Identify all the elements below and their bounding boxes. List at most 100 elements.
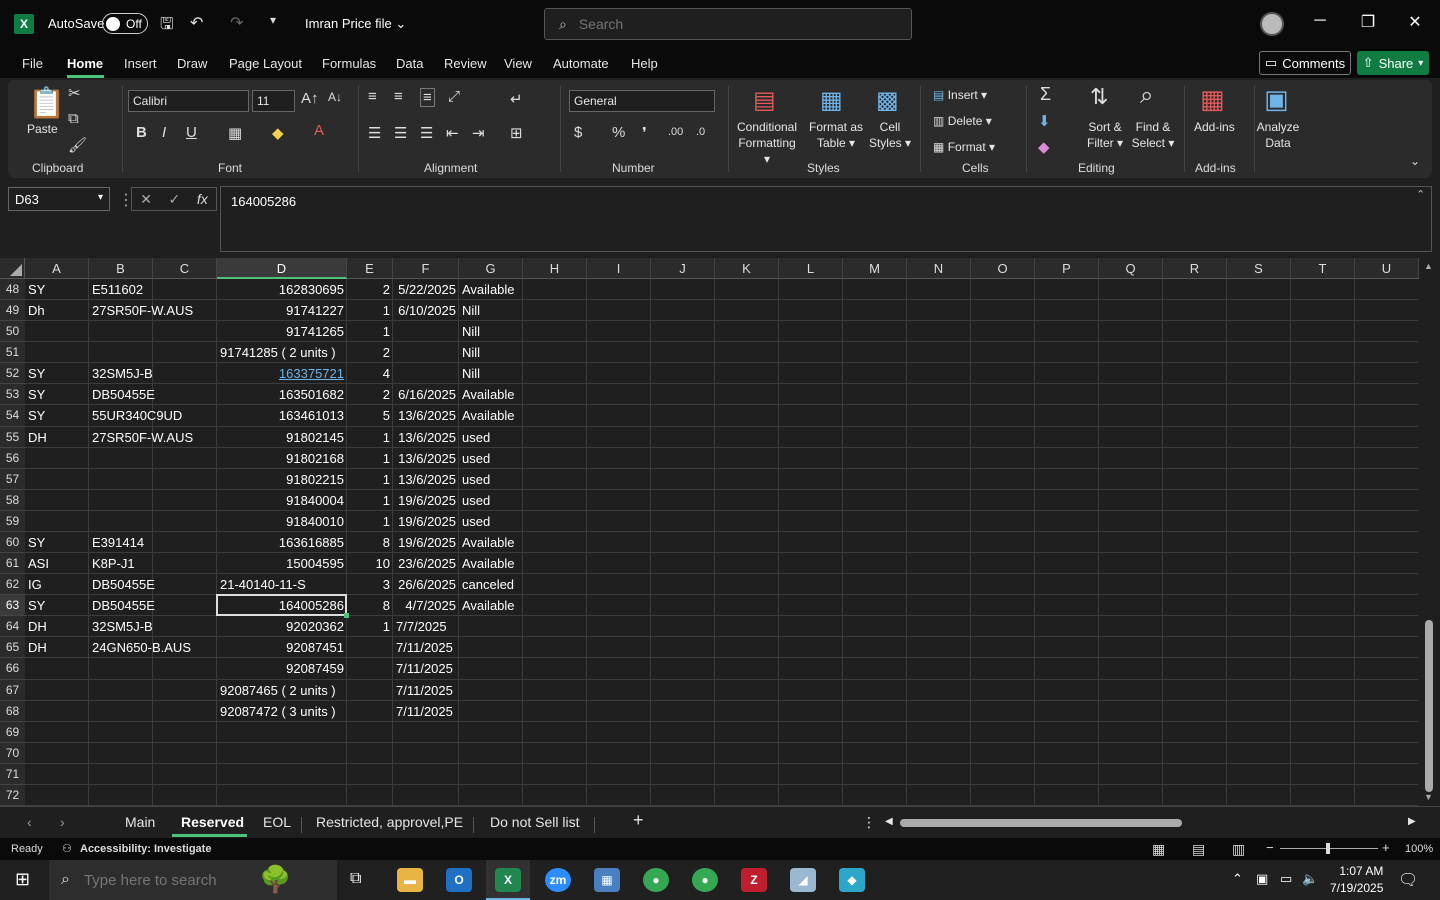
paste-button[interactable]: Paste — [27, 121, 58, 137]
select-all-button[interactable] — [0, 258, 25, 279]
cell-e60[interactable]: 8 — [347, 532, 393, 553]
cell-f62[interactable]: 26/6/2025 — [393, 574, 459, 595]
conditional-formatting-button[interactable]: Conditional Formatting ▾ — [735, 119, 799, 167]
cell-d64[interactable]: 92020362 — [217, 616, 347, 637]
align-center-icon[interactable]: ☰ — [394, 124, 407, 142]
cell-f49[interactable]: 6/10/2025 — [393, 300, 459, 321]
increase-decimal-icon[interactable]: .00 — [668, 126, 683, 138]
row-header-49[interactable]: 49 — [0, 300, 25, 322]
cell-b49[interactable]: 27SR50F-W.AUS — [89, 300, 215, 321]
sheet-tab-do-not-sell[interactable]: Do not Sell list — [490, 814, 579, 830]
cell-f67[interactable]: 7/11/2025 — [393, 680, 459, 701]
cell-b52[interactable]: 32SM5J-B — [89, 363, 215, 384]
row-header-60[interactable]: 60 — [0, 531, 25, 554]
horizontal-scroll-thumb[interactable] — [900, 819, 1182, 827]
cell-f66[interactable]: 7/11/2025 — [393, 658, 459, 679]
cell-d54[interactable]: 163461013 — [217, 405, 347, 426]
outlook-icon[interactable]: O — [446, 868, 472, 892]
cell-a63[interactable]: SY — [25, 595, 89, 616]
zoom-level[interactable]: 100% — [1405, 843, 1433, 855]
add-ins-icon[interactable]: ▦ — [1200, 84, 1225, 115]
taskbar-search-input[interactable] — [83, 871, 264, 889]
row-header-51[interactable]: 51 — [0, 342, 25, 364]
italic-icon[interactable]: I — [162, 124, 166, 141]
comma-style-icon[interactable]: ❜ — [642, 124, 647, 142]
share-button[interactable]: ⇧ Share ▾ — [1357, 51, 1429, 75]
find-select-button[interactable]: Find & Select ▾ — [1128, 119, 1178, 151]
cell-e55[interactable]: 1 — [347, 427, 393, 448]
fill-color-icon[interactable]: ◆ — [272, 124, 284, 142]
row-header-65[interactable]: 65 — [0, 637, 25, 659]
cell-e54[interactable]: 5 — [347, 405, 393, 426]
windows-start-icon[interactable]: ⊞ — [15, 869, 30, 890]
cell-g60[interactable]: Available — [459, 532, 523, 553]
row-header-68[interactable]: 68 — [0, 700, 25, 722]
cell-a65[interactable]: DH — [25, 637, 89, 658]
network-icon[interactable]: ▭ — [1280, 871, 1292, 887]
cell-d53[interactable]: 163501682 — [217, 384, 347, 405]
align-bottom-icon[interactable]: ≡ — [420, 88, 435, 107]
find-select-icon[interactable]: ⌕ — [1140, 82, 1153, 110]
calculator-icon[interactable]: ▦ — [594, 868, 620, 892]
column-header-e[interactable]: E — [347, 258, 393, 279]
number-format-dropdown[interactable]: General — [569, 90, 715, 112]
cell-f63[interactable]: 4/7/2025 — [393, 595, 459, 616]
cell-d55[interactable]: 91802145 — [217, 427, 347, 448]
row-header-64[interactable]: 64 — [0, 616, 25, 638]
cell-d56[interactable]: 91802168 — [217, 448, 347, 469]
row-header-57[interactable]: 57 — [0, 468, 25, 490]
increase-indent-icon[interactable]: ⇥ — [472, 124, 485, 142]
collapse-ribbon-icon[interactable]: ⌄ — [1410, 154, 1420, 168]
zoom-app-icon[interactable]: zm — [545, 868, 571, 892]
cell-d67[interactable]: 92087465 ( 2 units ) — [217, 680, 347, 701]
cell-d60[interactable]: 163616885 — [217, 532, 347, 553]
scroll-right-icon[interactable]: ▶ — [1408, 816, 1416, 827]
column-header-n[interactable]: N — [907, 258, 971, 279]
chrome-profile-icon[interactable]: ● — [692, 868, 718, 892]
autosave-toggle[interactable]: Off — [102, 13, 148, 34]
cell-styles-button[interactable]: Cell Styles ▾ — [868, 119, 912, 151]
column-header-h[interactable]: H — [523, 258, 587, 279]
cell-a54[interactable]: SY — [25, 405, 89, 426]
row-header-61[interactable]: 61 — [0, 553, 25, 575]
cell-g63[interactable]: Available — [459, 595, 523, 616]
row-header-52[interactable]: 52 — [0, 363, 25, 385]
cell-d50[interactable]: 91741265 — [217, 321, 347, 342]
borders-icon[interactable]: ▦ — [228, 124, 242, 142]
cell-g61[interactable]: Available — [459, 553, 523, 574]
row-header-58[interactable]: 58 — [0, 489, 25, 511]
decrease-indent-icon[interactable]: ⇤ — [446, 124, 459, 142]
cell-f53[interactable]: 6/16/2025 — [393, 384, 459, 405]
zoom-slider-thumb[interactable] — [1326, 843, 1330, 854]
row-header-59[interactable]: 59 — [0, 510, 25, 532]
redo-icon[interactable]: ↷ — [230, 13, 243, 33]
cell-g62[interactable]: canceled — [459, 574, 523, 595]
comments-button[interactable]: ▭ Comments — [1259, 51, 1351, 75]
cell-b62[interactable]: DB50455E — [89, 574, 215, 595]
align-top-icon[interactable]: ≡ — [368, 88, 377, 105]
cell-f54[interactable]: 13/6/2025 — [393, 405, 459, 426]
cell-e61[interactable]: 10 — [347, 553, 393, 574]
percent-icon[interactable]: % — [612, 124, 625, 141]
align-middle-icon[interactable]: ≡ — [394, 88, 403, 105]
cell-a52[interactable]: SY — [25, 363, 89, 384]
add-ins-button[interactable]: Add-ins — [1194, 119, 1235, 135]
fill-handle[interactable] — [344, 613, 349, 619]
cell-b64[interactable]: 32SM5J-B — [89, 616, 215, 637]
close-button[interactable]: ✕ — [1400, 12, 1430, 32]
notes-app-icon[interactable]: ◢ — [790, 868, 816, 892]
increase-font-icon[interactable]: A↑ — [301, 90, 319, 107]
insert-cells-button[interactable]: ▤ Insert ▾ — [933, 87, 987, 103]
cell-styles-icon[interactable]: ▩ — [876, 86, 899, 115]
sort-filter-icon[interactable]: ⇅ — [1090, 84, 1108, 110]
cell-b48[interactable]: E511602 — [89, 279, 215, 300]
cell-g56[interactable]: used — [459, 448, 523, 469]
cell-area[interactable]: SY E511602 162830695 2 5/22/2025 Available Dh 2… — [25, 279, 1418, 806]
page-break-view-icon[interactable]: ▥ — [1232, 841, 1245, 858]
format-as-table-button[interactable]: Format as Table ▾ — [808, 119, 864, 151]
file-explorer-icon[interactable]: ▬ — [397, 868, 423, 892]
cell-d66[interactable]: 92087459 — [217, 658, 347, 679]
name-box[interactable]: D63 ▾ — [8, 187, 110, 211]
analyze-data-icon[interactable]: ▣ — [1264, 84, 1289, 115]
notifications-icon[interactable]: 🗨 — [1398, 870, 1418, 890]
